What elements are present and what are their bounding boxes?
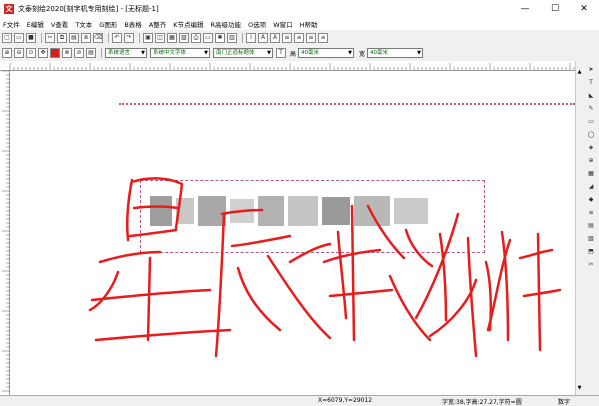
zoom-tool-icon[interactable]: ⊕ bbox=[586, 155, 597, 166]
scroll-down-icon[interactable]: ▼ bbox=[577, 385, 582, 391]
stack-tool-icon[interactable]: ▤ bbox=[586, 220, 597, 231]
node-tool-icon[interactable]: ◣ bbox=[586, 90, 597, 101]
paint-tool-icon[interactable]: ◢ bbox=[586, 181, 597, 192]
scribble-stroke bbox=[404, 212, 478, 358]
cursor-coordinates: X=6079,Y=29012 bbox=[318, 397, 373, 404]
cut-tool-icon[interactable]: ✂ bbox=[586, 259, 597, 270]
scribble-stroke bbox=[484, 230, 562, 352]
shape-tool-icon[interactable]: ◈ bbox=[586, 142, 597, 153]
vertical-scrollbar[interactable]: ▲ ▼ bbox=[575, 61, 583, 395]
scribble-stroke bbox=[214, 208, 332, 358]
rectangle-tool-icon[interactable]: ▭ bbox=[586, 116, 597, 127]
right-toolbox: ➤ T ◣ ✎ ▭ ◯ ◈ ⊕ ▦ ◢ ◆ ≡ ▤ ▧ ⬒ ✂ bbox=[583, 62, 599, 395]
scribble-stroke bbox=[322, 204, 432, 342]
scribble-stroke bbox=[88, 250, 232, 342]
ellipse-tool-icon[interactable]: ◯ bbox=[586, 129, 597, 140]
image-tool-icon[interactable]: ▧ bbox=[586, 233, 597, 244]
scribble-stroke bbox=[125, 177, 184, 242]
fill-tool-icon[interactable]: ◆ bbox=[586, 194, 597, 205]
table-tool-icon[interactable]: ▦ bbox=[586, 168, 597, 179]
text-tool-icon[interactable]: T bbox=[586, 77, 597, 88]
pointer-tool-icon[interactable]: ➤ bbox=[586, 64, 597, 75]
export-tool-icon[interactable]: ⬒ bbox=[586, 246, 597, 257]
status-bar: X=6079,Y=29012 字宽:38,字高:27.27,字符=圆 数字 bbox=[0, 395, 599, 406]
layer-tool-icon[interactable]: ≡ bbox=[586, 207, 597, 218]
red-handwriting-overlay bbox=[88, 177, 562, 358]
scroll-up-icon[interactable]: ▲ bbox=[577, 69, 582, 75]
pen-tool-icon[interactable]: ✎ bbox=[586, 103, 597, 114]
